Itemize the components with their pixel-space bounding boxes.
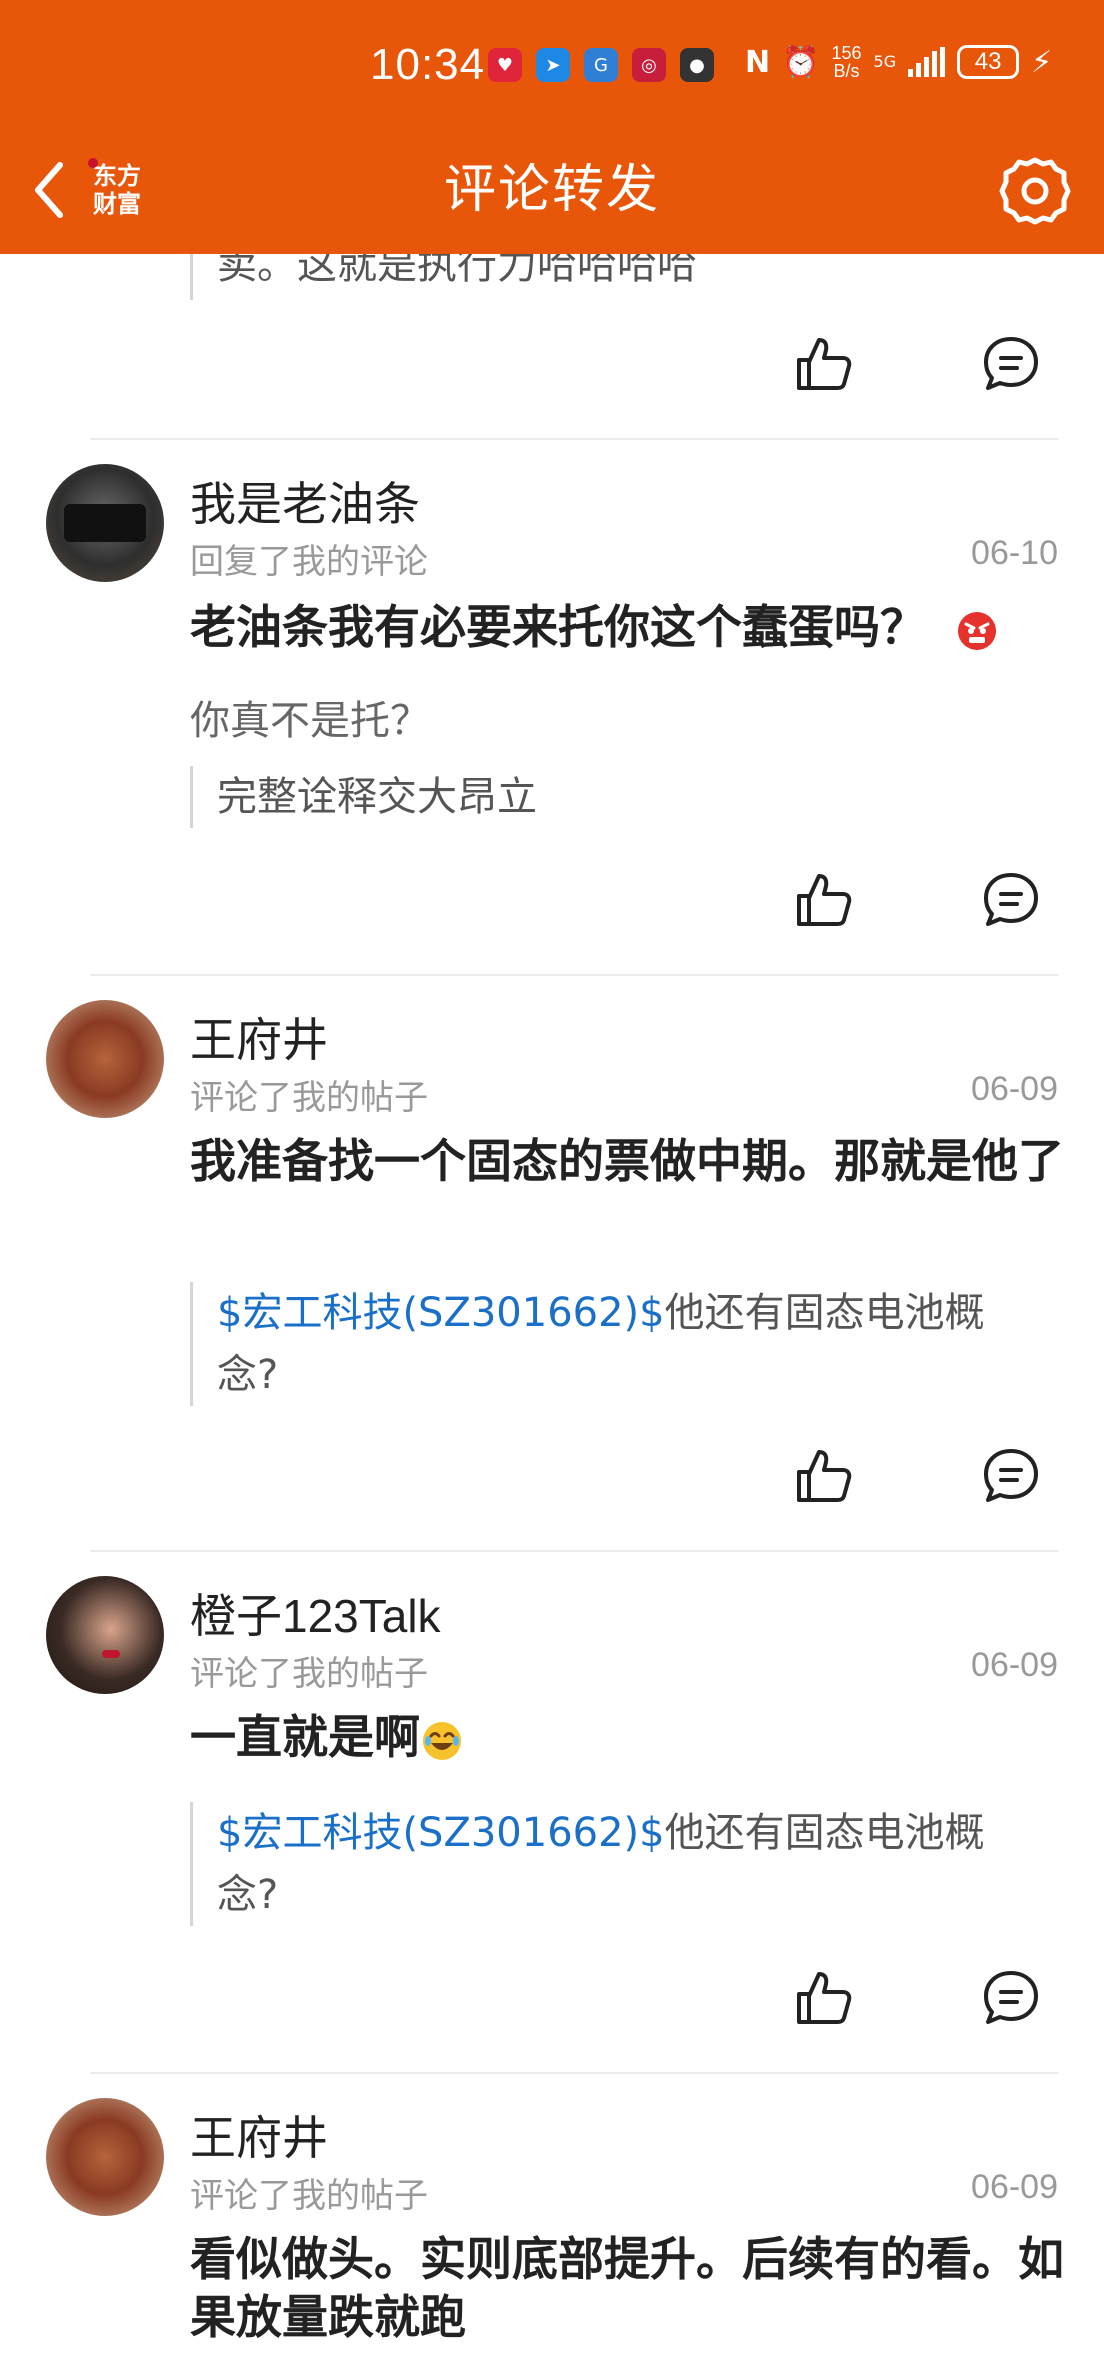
charging-icon: ⚡ xyxy=(1031,44,1053,80)
comment-text: 我准备找一个固态的票做中期。那就是他了 xyxy=(190,1134,1064,1188)
net-speed: 156 B/s xyxy=(831,43,862,81)
g-app-icon: G xyxy=(584,48,618,82)
stock-link[interactable]: $宏工科技(SZ301662)$ xyxy=(217,1290,665,1336)
avatar[interactable] xyxy=(46,2098,164,2216)
quoted-post[interactable]: $宏工科技(SZ301662)$他还有固态电池概念? xyxy=(190,1282,1010,1406)
action-label: 评论了我的帖子 xyxy=(190,2176,428,2216)
settings-button[interactable] xyxy=(998,154,1072,228)
action-label: 评论了我的帖子 xyxy=(190,1078,428,1118)
alarm-icon: ⏰ xyxy=(782,44,820,80)
divider xyxy=(90,438,1058,440)
comment-date: 06-09 xyxy=(971,1646,1058,1684)
thumbs-up-icon[interactable] xyxy=(793,870,853,930)
comment-text: 一直就是啊 xyxy=(190,1708,1070,1766)
battery-icon: 43 xyxy=(957,45,1020,79)
comment-date: 06-10 xyxy=(971,534,1058,572)
quoted-post[interactable]: 卖。这就是执行力哈哈哈哈 xyxy=(190,254,1010,300)
avatar[interactable] xyxy=(46,1576,164,1694)
comment-date: 06-09 xyxy=(971,2168,1058,2206)
notification-icons: ♥ ➤ G ◎ ● xyxy=(488,48,714,82)
avatar[interactable] xyxy=(46,464,164,582)
avatar-car xyxy=(64,504,146,542)
comment-text: 看似做头。实则底部提升。后续有的看。如果放量跌就跑 xyxy=(190,2232,1064,2344)
nav-bar: 东方 财富 评论转发 xyxy=(0,150,1104,230)
username[interactable]: 王府井 xyxy=(190,2102,328,2168)
comment-text: 老油条我有必要来托你这个蠢蛋吗？ xyxy=(190,598,1070,656)
network-type: 5G xyxy=(873,52,897,71)
status-bar: 10:34 ♥ ➤ G ◎ ● N ⏰ 156 B/s 5G 43 ⚡ xyxy=(0,40,1104,96)
arrow-app-icon: ➤ xyxy=(536,48,570,82)
app-header: 10:34 ♥ ➤ G ◎ ● N ⏰ 156 B/s 5G 43 ⚡ 东方 财… xyxy=(0,0,1104,254)
comment-icon[interactable] xyxy=(982,871,1040,929)
angry-emoji-icon xyxy=(958,611,997,650)
system-icons: N ⏰ 156 B/s 5G 43 ⚡ xyxy=(745,44,1052,80)
action-label: 评论了我的帖子 xyxy=(190,1654,428,1694)
thumbs-up-icon[interactable] xyxy=(793,1446,853,1506)
quoted-post[interactable]: $宏工科技(SZ301662)$他还有固态电池概念? xyxy=(190,1802,1010,1926)
stock-link[interactable]: $宏工科技(SZ301662)$ xyxy=(217,1810,665,1856)
page-title: 评论转发 xyxy=(443,160,660,220)
status-time: 10:34 xyxy=(370,40,486,89)
comment-icon[interactable] xyxy=(982,1969,1040,2027)
username[interactable]: 我是老油条 xyxy=(190,468,420,534)
divider xyxy=(90,2072,1058,2074)
bank-app-icon: ◎ xyxy=(632,48,666,82)
comment-date: 06-09 xyxy=(971,1070,1058,1108)
username[interactable]: 橙子123Talk xyxy=(190,1580,441,1646)
comment-icon[interactable] xyxy=(982,335,1040,393)
comment-feed[interactable]: 卖。这就是执行力哈哈哈哈 我是老油条 回复了我的评论 06-10 老油条我有必要… xyxy=(0,254,1104,2376)
camera-app-icon: ● xyxy=(680,48,714,82)
signal-icon xyxy=(908,47,946,77)
gear-icon xyxy=(999,157,1071,225)
nfc-icon: N xyxy=(745,44,771,80)
divider xyxy=(90,1550,1058,1552)
avatar[interactable] xyxy=(46,1000,164,1118)
avatar-lips xyxy=(102,1650,120,1658)
action-label: 回复了我的评论 xyxy=(190,542,428,582)
username[interactable]: 王府井 xyxy=(190,1004,328,1070)
reply-text: 你真不是托？ xyxy=(190,698,430,744)
comment-icon[interactable] xyxy=(982,1447,1040,1505)
laughing-emoji-icon xyxy=(423,1721,461,1760)
heart-app-icon: ♥ xyxy=(488,48,522,82)
thumbs-up-icon[interactable] xyxy=(793,1968,853,2028)
divider xyxy=(90,974,1058,976)
quoted-post[interactable]: 完整诠释交大昂立 xyxy=(190,766,1010,828)
thumbs-up-icon[interactable] xyxy=(793,334,853,394)
